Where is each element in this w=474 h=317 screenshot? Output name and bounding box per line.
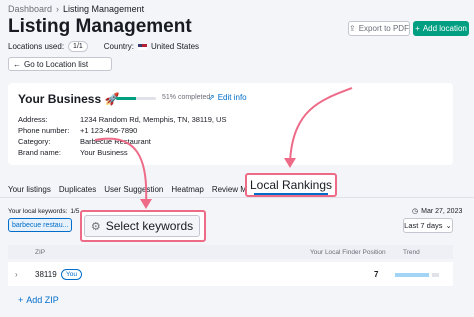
chevron-down-icon: ⌄ bbox=[445, 221, 452, 230]
table-header: ZIP Your Local Finder Position Trend bbox=[8, 245, 453, 259]
date-value: Mar 27, 2023 bbox=[421, 207, 463, 215]
date-range-select[interactable]: Last 7 days ⌄ bbox=[403, 218, 453, 233]
keywords-label: Your local keywords: bbox=[8, 208, 68, 215]
keywords-label-group: Your local keywords: 1/5 bbox=[8, 208, 79, 215]
gear-icon: ⚙ bbox=[90, 220, 101, 233]
table-row[interactable]: › 38119 You 7 bbox=[8, 262, 453, 286]
active-tab-underline bbox=[254, 193, 328, 195]
arrow-to-local-rankings bbox=[289, 87, 353, 164]
position-value: 7 bbox=[374, 270, 379, 279]
column-zip: ZIP bbox=[35, 249, 46, 256]
arrow-head bbox=[284, 158, 296, 168]
column-trend: Trend bbox=[403, 249, 420, 256]
trend-marker bbox=[432, 273, 439, 277]
date-range-value: Last 7 days bbox=[404, 221, 443, 230]
arrow-to-select-keywords bbox=[94, 137, 148, 204]
you-badge: You bbox=[61, 269, 82, 280]
trend-sparkline bbox=[395, 273, 429, 277]
chevron-right-icon[interactable]: › bbox=[15, 270, 18, 279]
select-keywords-label: Select keywords bbox=[105, 219, 194, 233]
date-display: ◷ Mar 27, 2023 bbox=[412, 207, 463, 216]
add-zip-button[interactable]: + Add ZIP bbox=[18, 295, 59, 305]
plus-icon: + bbox=[18, 295, 24, 305]
column-position: Your Local Finder Position bbox=[310, 249, 386, 256]
arrow-head bbox=[140, 199, 152, 209]
add-zip-label: Add ZIP bbox=[26, 295, 59, 305]
keywords-count: 1/5 bbox=[70, 208, 80, 215]
select-keywords-button[interactable]: ⚙ Select keywords bbox=[84, 215, 200, 237]
keyword-chip[interactable]: barbecue restau... bbox=[8, 218, 72, 232]
zip-value: 38119 bbox=[35, 270, 57, 279]
clock-icon: ◷ bbox=[412, 208, 419, 215]
